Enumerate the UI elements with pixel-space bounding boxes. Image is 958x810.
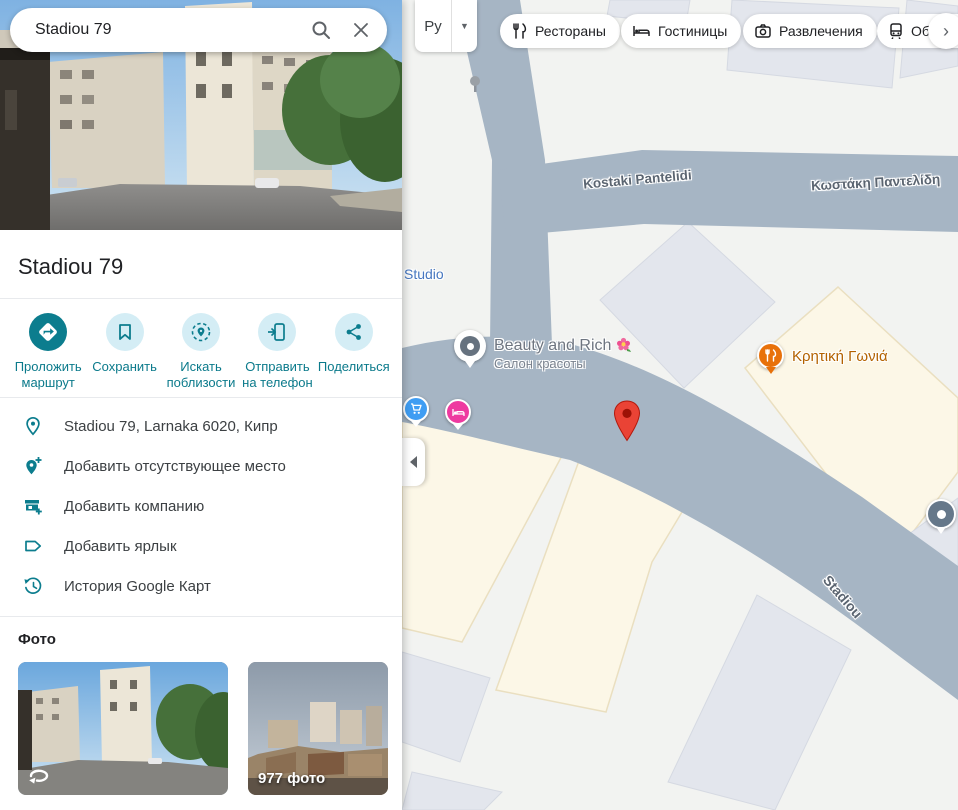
generic-poi-pin[interactable] <box>926 499 956 534</box>
poi-label-beauty-subtitle: Салон красоты <box>494 356 586 371</box>
clear-search-button[interactable] <box>341 10 381 50</box>
road-kostaki-pantelidi <box>498 150 958 236</box>
chip-entertainment[interactable]: Развлечения <box>743 14 877 48</box>
search-icon <box>312 21 330 39</box>
share-button[interactable]: Поделиться <box>316 313 392 391</box>
chevron-left-icon <box>410 456 417 468</box>
close-icon <box>354 23 368 37</box>
add-place-icon <box>22 455 44 477</box>
send-to-phone-icon <box>258 313 297 351</box>
chip-restaurants[interactable]: Рестораны <box>500 14 620 48</box>
page-title: Stadiou 79 <box>18 254 124 279</box>
poi-label-beauty-name[interactable]: Beauty and Rich <box>494 337 631 355</box>
search-input[interactable] <box>35 21 301 39</box>
place-menu: Stadiou 79, Larnaka 6020, Кипр Добавить … <box>0 398 402 616</box>
transit-icon <box>890 23 902 39</box>
directions-button[interactable]: Проложить маршрут <box>10 313 86 391</box>
search-nearby-icon <box>182 313 221 351</box>
chevron-down-icon[interactable]: ▼ <box>452 0 477 52</box>
directions-icon <box>29 313 68 351</box>
language-button-label[interactable]: Ру <box>415 0 452 52</box>
history-icon <box>22 575 44 597</box>
search-button[interactable] <box>301 10 341 50</box>
streetview-preview[interactable] <box>0 0 402 230</box>
destination-marker[interactable] <box>613 400 641 447</box>
place-pin-icon <box>22 415 44 437</box>
action-buttons-row: Проложить маршрут Сохранить Искать побли… <box>0 299 402 397</box>
camera-icon <box>755 24 771 38</box>
shopping-poi-pin[interactable] <box>403 396 429 427</box>
flower-icon <box>616 337 631 352</box>
share-icon <box>334 313 373 351</box>
address-text: Stadiou 79, Larnaka 6020, Кипр <box>64 417 278 435</box>
language-input-control[interactable]: Ру ▼ <box>415 0 477 52</box>
photos-heading: Фото <box>18 631 56 648</box>
map-base-layer <box>402 0 958 810</box>
history-row[interactable]: История Google Карт <box>0 566 402 606</box>
beauty-name-text: Beauty and Rich <box>494 337 612 354</box>
send-to-phone-button[interactable]: Отправить на телефон <box>239 313 315 391</box>
poi-label-studio[interactable]: Studio <box>404 266 444 282</box>
bookmark-icon <box>105 313 144 351</box>
photos-section: Фото 977 фото <box>0 617 402 795</box>
search-bar <box>10 8 387 52</box>
hotel-poi-pin[interactable] <box>445 399 471 430</box>
add-business-row[interactable]: Добавить компанию <box>0 486 402 526</box>
all-photos-thumb[interactable]: 977 фото <box>248 662 388 795</box>
streetview-360-icon <box>26 764 52 789</box>
place-panel: Stadiou 79 Проложить маршрут Сохр <box>0 0 402 810</box>
google-maps-app: Stadiou 79 Проложить маршрут Сохр <box>0 0 958 810</box>
photo-count-label: 977 фото <box>258 770 326 787</box>
search-nearby-button[interactable]: Искать поблизости <box>163 313 239 391</box>
add-business-icon <box>22 495 44 517</box>
hotel-icon <box>633 26 650 36</box>
chips-scroll-right-button[interactable]: › <box>928 13 958 49</box>
chevron-right-icon: › <box>943 21 949 41</box>
restaurant-icon <box>513 23 527 39</box>
poi-label-kritiki[interactable]: Κρητική Γωνιά <box>792 348 888 365</box>
add-label-row[interactable]: Добавить ярлык <box>0 526 402 566</box>
streetview-photo-thumb[interactable] <box>18 662 228 795</box>
address-row[interactable]: Stadiou 79, Larnaka 6020, Кипр <box>0 406 402 446</box>
kritiki-gonia-pin[interactable] <box>757 342 784 374</box>
label-tag-icon <box>22 535 44 557</box>
chip-hotels[interactable]: Гостиницы <box>621 14 742 48</box>
add-missing-place-row[interactable]: Добавить отсутствующее место <box>0 446 402 486</box>
beauty-and-rich-pin[interactable] <box>454 330 486 368</box>
collapse-panel-button[interactable] <box>402 438 425 486</box>
map-canvas[interactable]: Kostaki Pantelidi Κωστάκη Παντελίδη Stad… <box>402 0 958 810</box>
save-button[interactable]: Сохранить <box>86 313 162 391</box>
